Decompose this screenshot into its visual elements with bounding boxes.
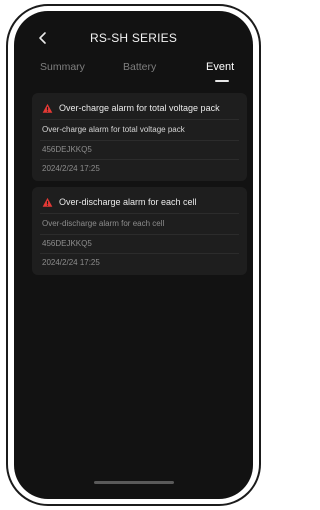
divider [40, 159, 239, 160]
divider [40, 234, 239, 235]
divider [40, 140, 239, 141]
tab-bar: Summary Battery Event [14, 58, 253, 86]
divider [40, 213, 239, 214]
home-indicator[interactable] [94, 481, 174, 484]
event-description: Over-charge alarm for total voltage pack [42, 125, 185, 134]
tab-battery[interactable]: Battery [123, 61, 156, 73]
event-card-header: Over-discharge alarm for each cell [42, 195, 197, 209]
app-header: RS-SH SERIES [14, 11, 253, 63]
divider [40, 253, 239, 254]
event-card[interactable]: Over-charge alarm for total voltage pack… [32, 93, 247, 181]
tab-summary[interactable]: Summary [40, 61, 85, 73]
event-title: Over-charge alarm for total voltage pack [59, 103, 220, 113]
event-card[interactable]: Over-discharge alarm for each cell Over-… [32, 187, 247, 275]
event-timestamp: 2024/2/24 17:25 [42, 164, 100, 173]
event-timestamp: 2024/2/24 17:25 [42, 258, 100, 267]
event-device-id: 456DEJKKQ5 [42, 239, 92, 248]
event-device-id: 456DEJKKQ5 [42, 145, 92, 154]
tab-event[interactable]: Event [206, 61, 234, 73]
page-title: RS-SH SERIES [89, 31, 178, 45]
divider [40, 119, 239, 120]
event-card-header: Over-charge alarm for total voltage pack [42, 101, 220, 115]
event-title: Over-discharge alarm for each cell [59, 197, 197, 207]
active-tab-indicator [215, 80, 229, 82]
app-screen: RS-SH SERIES Summary Battery Event Over-… [14, 11, 253, 499]
event-description: Over-discharge alarm for each cell [42, 219, 165, 228]
warning-triangle-icon [42, 197, 53, 207]
warning-triangle-icon [42, 103, 53, 113]
